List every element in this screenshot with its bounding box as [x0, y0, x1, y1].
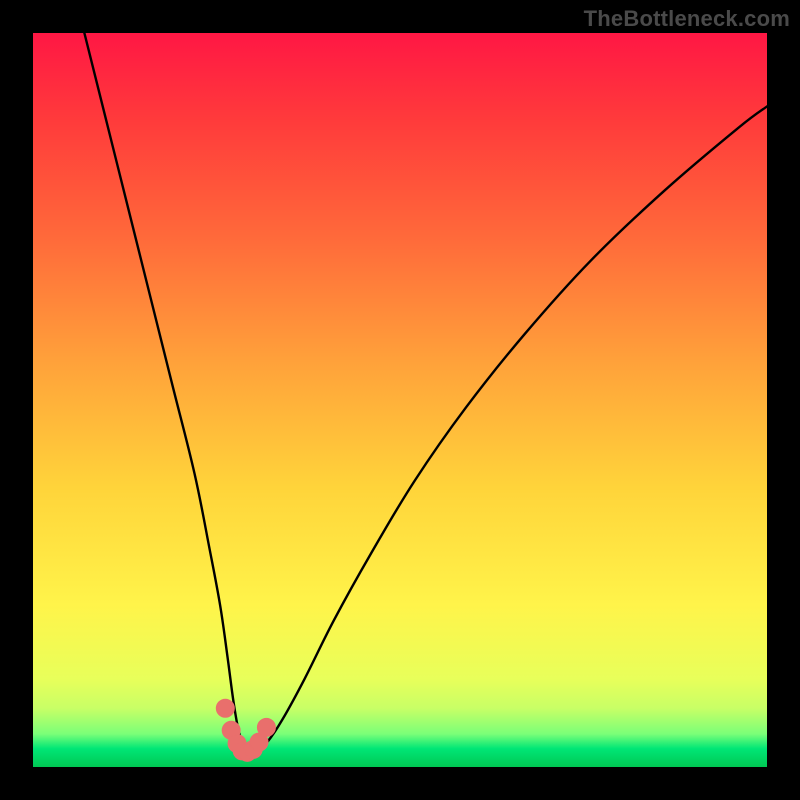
- curve-layer: [33, 33, 767, 767]
- plot-area: [33, 33, 767, 767]
- curve-marker: [216, 699, 234, 717]
- watermark-text: TheBottleneck.com: [584, 6, 790, 32]
- curve-bottom-markers: [216, 699, 275, 761]
- bottleneck-curve: [84, 33, 767, 753]
- curve-marker: [257, 718, 275, 736]
- chart-frame: TheBottleneck.com: [0, 0, 800, 800]
